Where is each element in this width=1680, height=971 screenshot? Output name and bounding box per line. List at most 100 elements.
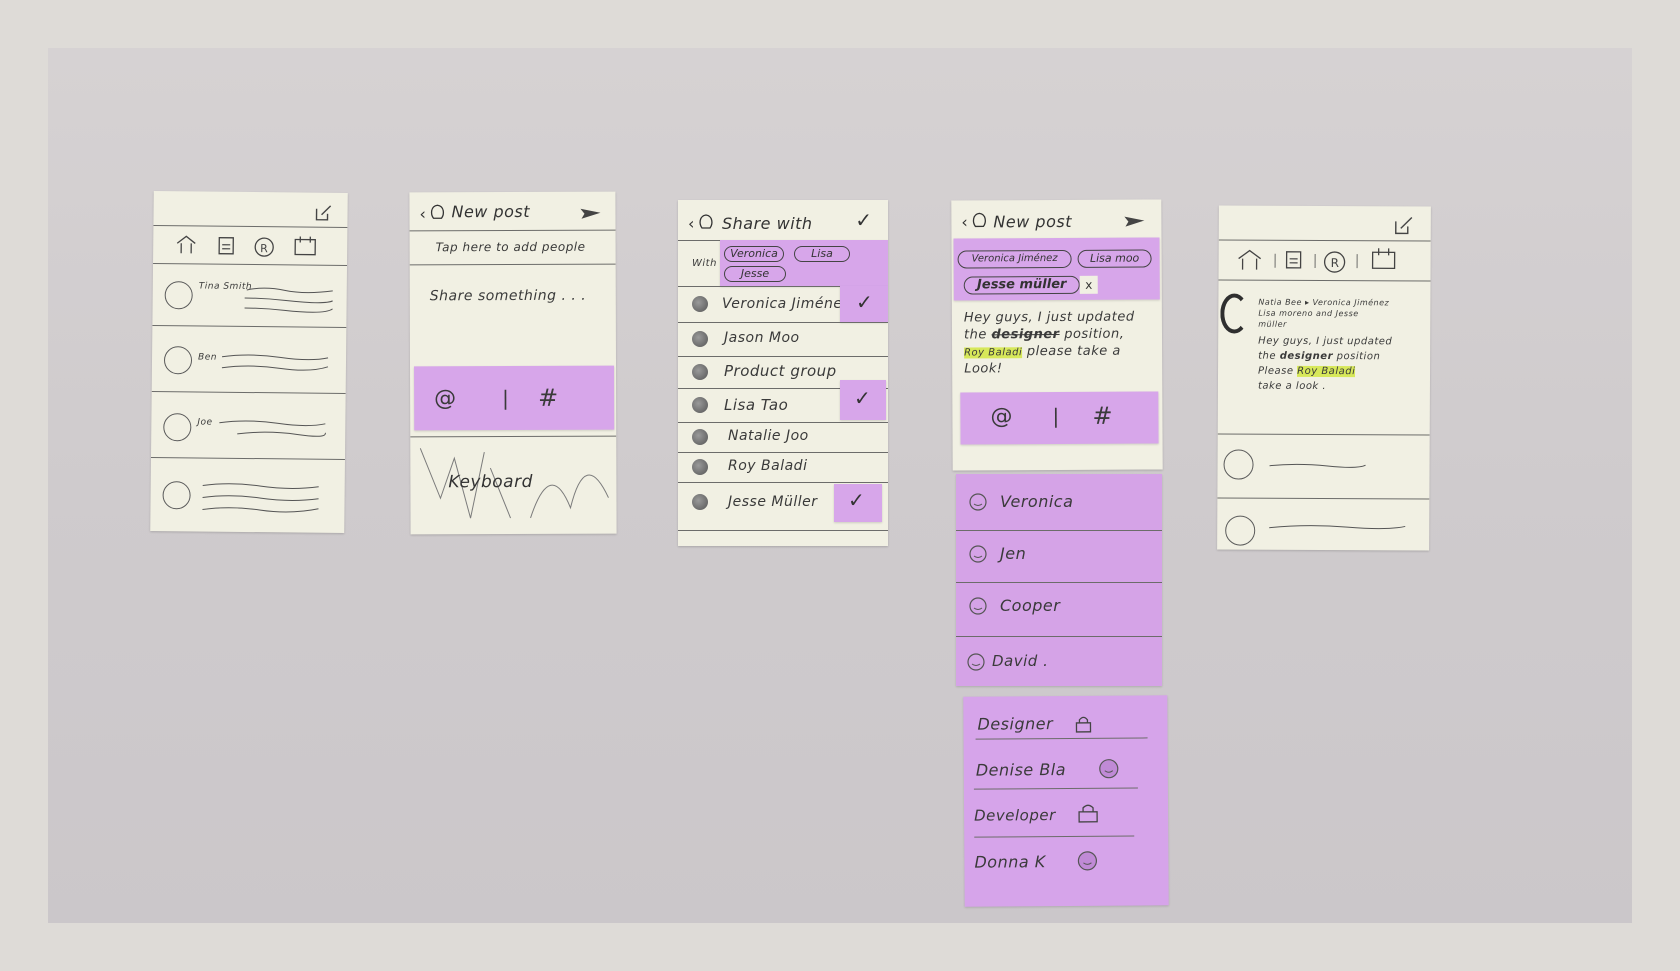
person-row[interactable]: Jesse Müller ✓	[678, 482, 888, 522]
check-icon: ✓	[854, 386, 871, 410]
calendar-icon	[293, 234, 317, 260]
home-icon	[175, 233, 197, 259]
post-body: Hey guys, I just updated	[1258, 335, 1393, 348]
person-name: Veronica Jiménez	[722, 296, 851, 312]
mention-suggestions: Veronica Jen Cooper David .	[956, 474, 1162, 686]
compose-icon[interactable]	[1393, 214, 1415, 240]
post-item[interactable]	[1217, 437, 1429, 484]
send-icon[interactable]	[1123, 214, 1145, 233]
suggestion-row[interactable]: David .	[956, 636, 1162, 686]
feed-row: Tina Smith	[154, 191, 348, 313]
selected-check-tab: ✓	[840, 380, 886, 420]
suggestion-name: Jen	[1000, 544, 1027, 563]
selected-check-tab: ✓	[834, 484, 882, 522]
done-check-icon[interactable]: ✓	[855, 208, 872, 232]
card-published-post: R Natia Bee ▸ Veronica Jiménez Lisa more…	[1217, 205, 1431, 551]
selected-chips-bar: Veronica Lisa Jesse	[720, 240, 888, 286]
profile-icon: R	[253, 236, 275, 262]
message-line: Roy Baladi please take a	[964, 343, 1121, 360]
home-icon[interactable]	[1237, 248, 1263, 276]
avatar	[1220, 293, 1249, 334]
person-row[interactable]: Jason Moo	[678, 322, 888, 356]
recipient-chip[interactable]: Lisa	[794, 246, 850, 262]
post-item[interactable]	[1217, 501, 1429, 548]
hashtag-button[interactable]: #	[538, 384, 559, 412]
mention-roy[interactable]: Roy Baladi	[1297, 365, 1356, 378]
post-toolbar: @ | #	[960, 391, 1159, 445]
selected-chips-bar: Veronica Jiménez Lisa moo Jesse müller x	[953, 237, 1160, 301]
post-text-input[interactable]: Share something . . .	[430, 288, 587, 305]
toolbar-divider: |	[502, 386, 510, 411]
page-title: New post	[993, 211, 1073, 232]
check-icon: ✓	[856, 290, 873, 314]
back-chevron-icon[interactable]: ‹	[688, 214, 694, 233]
chip-close-button[interactable]: x	[1079, 275, 1098, 294]
message-body[interactable]: Hey guys, I just updated the designer po…	[964, 309, 1154, 377]
bulb-icon	[698, 212, 714, 236]
recipient-chip[interactable]: Veronica Jiménez	[957, 249, 1072, 269]
notes-icon	[217, 236, 235, 260]
recipient-chip[interactable]: Veronica	[724, 246, 784, 262]
send-icon	[579, 206, 601, 225]
check-icon: ✓	[848, 488, 865, 512]
post-body: Please Roy Baladi	[1258, 365, 1356, 378]
feed-row-name: Ben	[197, 352, 218, 363]
lock-icon	[1073, 714, 1093, 738]
post-item[interactable]: Natia Bee ▸ Veronica Jiménez Lisa moreno…	[1218, 279, 1431, 434]
person-row[interactable]: Natalie Joo	[678, 422, 888, 452]
recipient-chip-active[interactable]: Jesse müller	[963, 275, 1080, 295]
recipient-chip[interactable]: Lisa moo	[1077, 249, 1152, 268]
tag-row[interactable]: Donna K	[964, 841, 1168, 888]
lock-icon	[1076, 802, 1100, 828]
feed-row: Joe	[154, 191, 348, 442]
page-title: Share with	[722, 214, 813, 233]
profile-icon[interactable]: R	[1323, 250, 1347, 278]
post-header: müller	[1258, 319, 1287, 329]
back-chevron-icon[interactable]: ‹	[961, 212, 968, 231]
person-row[interactable]: Lisa Tao ✓	[678, 380, 888, 422]
mention-button[interactable]: @	[434, 386, 457, 411]
add-people-hint[interactable]: Tap here to add people	[436, 240, 586, 255]
smiley-icon	[968, 596, 988, 620]
hashtag-button[interactable]: #	[1092, 402, 1113, 430]
page-title: New post	[451, 201, 531, 222]
calendar-icon[interactable]	[1371, 246, 1397, 274]
tag-row[interactable]: Designer	[963, 703, 1167, 750]
person-name: Jesse Müller	[728, 494, 818, 510]
suggestion-row[interactable]: Veronica	[956, 474, 1162, 524]
smiley-icon	[968, 492, 988, 516]
svg-text:R: R	[1331, 256, 1339, 270]
card-new-post-composed: ‹ New post Veronica Jiménez Lisa moo Jes…	[951, 199, 1163, 471]
recipient-chip[interactable]: Jesse	[724, 266, 786, 282]
card-share-with: ‹ Share with ✓ Veronica Lisa Jesse With …	[678, 200, 888, 546]
suggestion-row[interactable]: Jen	[956, 530, 1162, 580]
keyboard-area[interactable]: Keyboard	[410, 438, 616, 535]
suggestion-name: Veronica	[1000, 492, 1074, 511]
suggestion-name: David .	[992, 652, 1049, 670]
person-name: Natalie Joo	[728, 428, 809, 444]
message-line: Look!	[964, 361, 1003, 377]
person-name: Jason Moo	[724, 330, 800, 346]
tag-row[interactable]: Denise Bla	[964, 749, 1168, 796]
suggestion-row[interactable]: Cooper	[956, 582, 1162, 632]
hashtag-designer[interactable]: designer	[1280, 351, 1333, 362]
post-body: the designer position	[1258, 350, 1381, 363]
feed-row-name: Joe	[197, 417, 213, 428]
person-row[interactable]: Veronica Jiménez ✓	[678, 286, 888, 322]
notes-icon[interactable]	[1285, 250, 1303, 274]
paper-prototype-photo: R Tina Smith Ben Joe ‹ New post Tap here…	[48, 48, 1632, 923]
svg-text:R: R	[260, 242, 268, 255]
tag-label: Denise Bla	[975, 759, 1067, 780]
toolbar-divider: |	[1052, 403, 1060, 429]
card-feed-list: R Tina Smith Ben Joe	[150, 190, 348, 534]
hashtag-designer: designer	[991, 326, 1060, 343]
with-label: With	[692, 258, 717, 269]
tag-label: Donna K	[974, 852, 1046, 872]
selected-check-tab: ✓	[840, 286, 888, 322]
tag-suggestions: Designer Denise Bla Developer Donna K	[963, 695, 1169, 907]
mention-button[interactable]: @	[990, 404, 1013, 429]
keyboard-label: Keyboard	[448, 471, 533, 493]
compose-icon	[313, 203, 333, 227]
person-row[interactable]: Roy Baladi	[678, 452, 888, 482]
post-header: Lisa moreno and Jesse	[1258, 308, 1359, 319]
